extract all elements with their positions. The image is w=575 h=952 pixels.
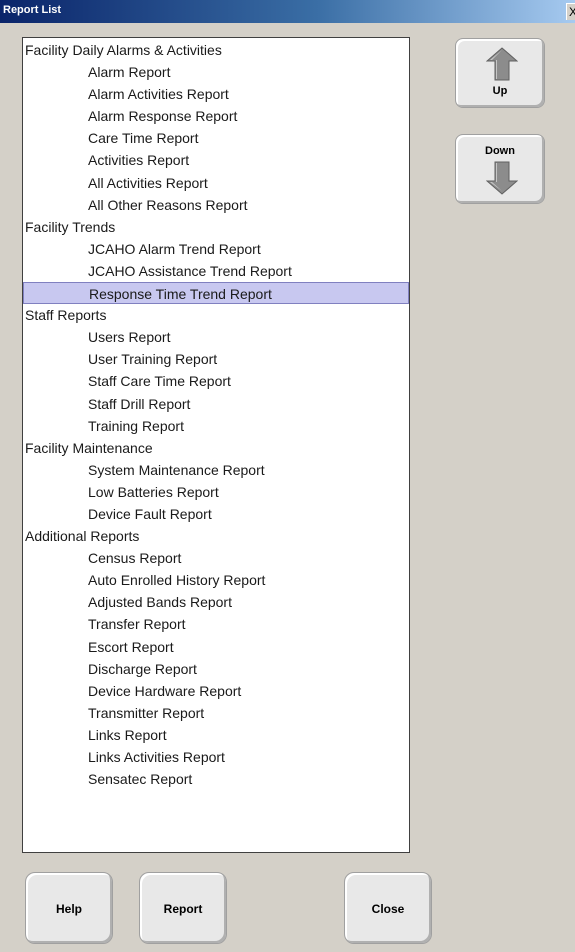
close-button[interactable]: Close [344,872,432,944]
list-item[interactable]: Device Hardware Report [23,680,409,702]
list-item[interactable]: Alarm Response Report [23,105,409,127]
up-button-label: Up [492,85,508,97]
arrow-up-icon [486,47,518,81]
list-category[interactable]: Facility Maintenance [23,437,409,459]
list-item[interactable]: JCAHO Alarm Trend Report [23,238,409,260]
list-item[interactable]: Training Report [23,415,409,437]
list-category[interactable]: Facility Trends [23,216,409,238]
help-button[interactable]: Help [25,872,113,944]
list-item[interactable]: Escort Report [23,636,409,658]
list-item[interactable]: All Activities Report [23,172,409,194]
list-item[interactable]: Alarm Activities Report [23,83,409,105]
report-list[interactable]: Facility Daily Alarms & Activities Alarm … [22,37,410,853]
list-item[interactable]: Transfer Report [23,613,409,635]
list-item[interactable]: Device Fault Report [23,503,409,525]
list-item[interactable]: Adjusted Bands Report [23,591,409,613]
list-item[interactable]: JCAHO Assistance Trend Report [23,260,409,282]
list-item[interactable]: Staff Drill Report [23,393,409,415]
list-item[interactable]: Users Report [23,326,409,348]
list-item[interactable]: Census Report [23,547,409,569]
report-list-items: Facility Daily Alarms & Activities Alarm … [23,38,409,790]
list-item[interactable]: Activities Report [23,149,409,171]
arrow-down-icon [486,161,518,195]
list-item[interactable]: Sensatec Report [23,768,409,790]
list-category[interactable]: Facility Daily Alarms & Activities [23,39,409,61]
list-item[interactable]: All Other Reasons Report [23,194,409,216]
up-button[interactable]: Up [455,38,545,108]
list-item[interactable]: Care Time Report [23,127,409,149]
list-item[interactable]: System Maintenance Report [23,459,409,481]
list-item[interactable]: Auto Enrolled History Report [23,569,409,591]
list-category[interactable]: Additional Reports [23,525,409,547]
window-title: Report List [3,4,62,16]
list-item[interactable]: Alarm Report [23,61,409,83]
window-close-button[interactable]: X [566,3,575,20]
list-item[interactable]: Staff Care Time Report [23,370,409,392]
list-item[interactable]: Response Time Trend Report [23,282,409,305]
list-item[interactable]: Links Report [23,724,409,746]
report-button[interactable]: Report [139,872,227,944]
list-item[interactable]: Discharge Report [23,658,409,680]
list-item[interactable]: Links Activities Report [23,746,409,768]
title-bar: Report List X [0,0,575,23]
list-item[interactable]: Transmitter Report [23,702,409,724]
list-item[interactable]: Low Batteries Report [23,481,409,503]
down-button-label: Down [485,145,515,157]
list-category[interactable]: Staff Reports [23,304,409,326]
list-item[interactable]: User Training Report [23,348,409,370]
down-button[interactable]: Down [455,134,545,204]
